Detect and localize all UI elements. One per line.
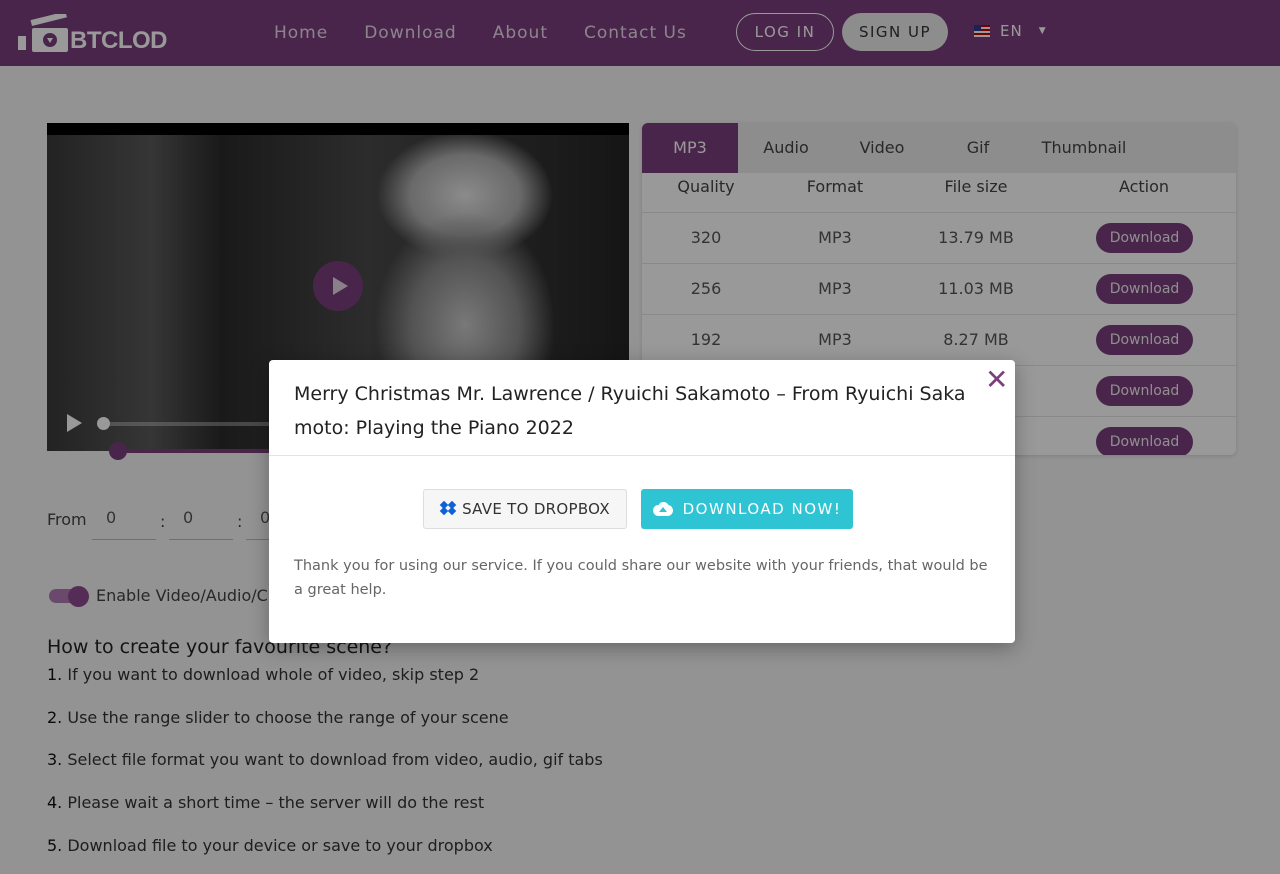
modal-divider [269, 455, 1015, 456]
close-icon[interactable]: ✕ [985, 366, 1008, 394]
save-to-dropbox-button[interactable]: SAVE TO DROPBOX [423, 489, 627, 529]
modal-title: Merry Christmas Mr. Lawrence / Ryuichi S… [294, 383, 966, 439]
download-modal: Merry Christmas Mr. Lawrence / Ryuichi S… [269, 360, 1015, 643]
cloud-download-icon [652, 502, 673, 516]
save-to-dropbox-label: SAVE TO DROPBOX [462, 500, 610, 518]
dropbox-icon [439, 500, 457, 516]
download-now-button[interactable]: DOWNLOAD NOW! [641, 489, 853, 529]
download-now-label: DOWNLOAD NOW! [682, 500, 842, 518]
modal-message: Thank you for using our service. If you … [294, 558, 988, 598]
